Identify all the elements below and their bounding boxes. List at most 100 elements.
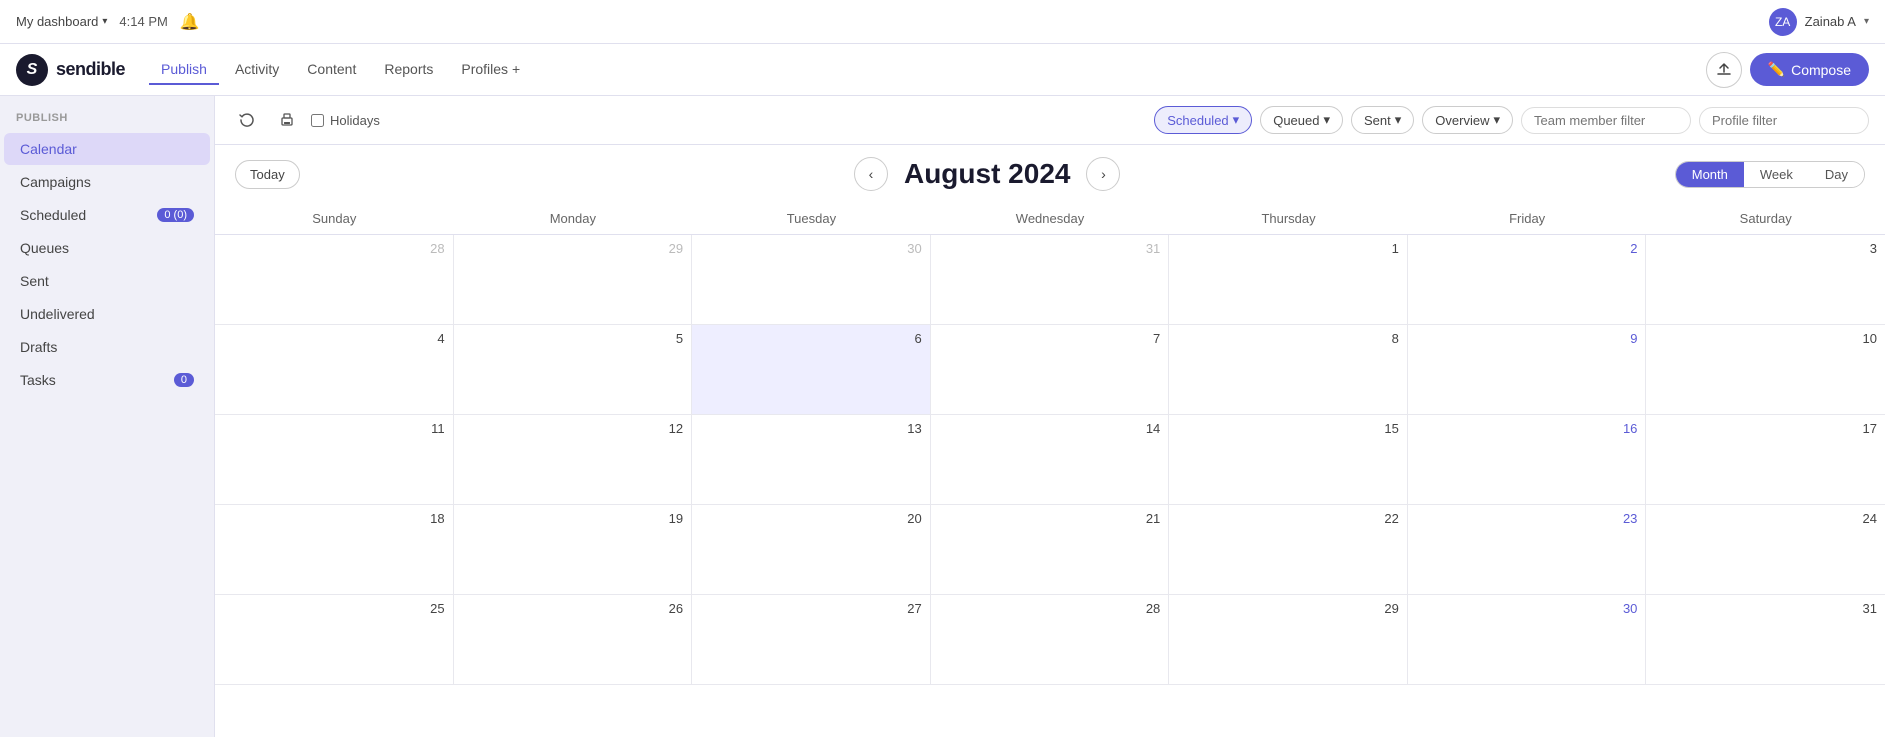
sidebar-item-tasks[interactable]: Tasks 0	[4, 364, 210, 396]
dashboard-title[interactable]: My dashboard ▾	[16, 14, 107, 29]
calendar-cell[interactable]: 13	[692, 415, 931, 505]
notification-bell-icon[interactable]: 🔔	[180, 12, 200, 32]
calendar-cell[interactable]: 28	[215, 235, 454, 325]
filter-queued-button[interactable]: Queued ▾	[1260, 106, 1343, 134]
sidebar-item-sent[interactable]: Sent	[4, 265, 210, 297]
toolbar: Holidays Scheduled ▾ Queued ▾ Sent ▾ Ove…	[215, 96, 1885, 145]
sidebar-item-calendar[interactable]: Calendar	[4, 133, 210, 165]
day-number: 29	[462, 241, 684, 256]
nav-item-publish[interactable]: Publish	[149, 55, 219, 85]
calendar-cell[interactable]: 27	[692, 595, 931, 685]
refresh-button[interactable]	[231, 104, 263, 136]
nav-item-reports[interactable]: Reports	[372, 55, 445, 85]
calendar-cell[interactable]: 16	[1408, 415, 1647, 505]
calendar-cell[interactable]: 8	[1169, 325, 1408, 415]
view-switcher: Month Week Day	[1675, 161, 1865, 188]
nav-items: Publish Activity Content Reports Profile…	[149, 55, 532, 85]
nav-item-activity[interactable]: Activity	[223, 55, 291, 85]
calendar-cell[interactable]: 15	[1169, 415, 1408, 505]
profile-filter-input[interactable]	[1699, 107, 1869, 134]
day-number: 23	[1416, 511, 1638, 526]
calendar-cell[interactable]: 10	[1646, 325, 1885, 415]
day-number: 11	[223, 421, 445, 436]
calendar-cell[interactable]: 29	[1169, 595, 1408, 685]
avatar: ZA	[1769, 8, 1797, 36]
sidebar-item-undelivered[interactable]: Undelivered	[4, 298, 210, 330]
day-number: 14	[939, 421, 1161, 436]
day-number: 30	[1416, 601, 1638, 616]
sidebar-item-queues[interactable]: Queues	[4, 232, 210, 264]
day-number: 31	[939, 241, 1161, 256]
team-member-filter-input[interactable]	[1521, 107, 1691, 134]
calendar-cell[interactable]: 19	[454, 505, 693, 595]
nav-item-content[interactable]: Content	[295, 55, 368, 85]
compose-label: Compose	[1791, 62, 1851, 78]
calendar-cell[interactable]: 22	[1169, 505, 1408, 595]
calendar-cell[interactable]: 11	[215, 415, 454, 505]
refresh-icon	[239, 112, 255, 128]
calendar-cell[interactable]: 7	[931, 325, 1170, 415]
holidays-checkbox[interactable]	[311, 114, 324, 127]
calendar-cell[interactable]: 26	[454, 595, 693, 685]
day-number: 20	[700, 511, 922, 526]
day-number: 10	[1654, 331, 1877, 346]
calendar-cell[interactable]: 4	[215, 325, 454, 415]
filter-overview-button[interactable]: Overview ▾	[1422, 106, 1513, 134]
calendar-cell[interactable]: 12	[454, 415, 693, 505]
calendar-cell[interactable]: 6	[692, 325, 931, 415]
calendar-cell[interactable]: 20	[692, 505, 931, 595]
calendar-cell[interactable]: 1	[1169, 235, 1408, 325]
upload-button[interactable]	[1706, 52, 1742, 88]
calendar-cell[interactable]: 29	[454, 235, 693, 325]
calendar-cell[interactable]: 30	[692, 235, 931, 325]
calendar-cell[interactable]: 31	[931, 235, 1170, 325]
holidays-checkbox-label[interactable]: Holidays	[311, 113, 380, 128]
calendar-grid: 2829303112345678910111213141516171819202…	[215, 235, 1885, 685]
calendar-cell[interactable]: 23	[1408, 505, 1647, 595]
view-month-button[interactable]: Month	[1676, 162, 1744, 187]
calendar-cell[interactable]: 14	[931, 415, 1170, 505]
day-number: 24	[1654, 511, 1877, 526]
navbar-right: ✏️ Compose	[1706, 52, 1869, 88]
sidebar: PUBLISH Calendar Campaigns Scheduled 0 (…	[0, 96, 215, 737]
calendar-cell[interactable]: 25	[215, 595, 454, 685]
calendar-cell[interactable]: 31	[1646, 595, 1885, 685]
day-number: 27	[700, 601, 922, 616]
sidebar-item-campaigns[interactable]: Campaigns	[4, 166, 210, 198]
main-layout: PUBLISH Calendar Campaigns Scheduled 0 (…	[0, 96, 1885, 737]
day-number: 30	[700, 241, 922, 256]
calendar-cell[interactable]: 21	[931, 505, 1170, 595]
next-month-button[interactable]: ›	[1086, 157, 1120, 191]
content-area: Holidays Scheduled ▾ Queued ▾ Sent ▾ Ove…	[215, 96, 1885, 737]
compose-button[interactable]: ✏️ Compose	[1750, 53, 1869, 86]
print-button[interactable]	[271, 104, 303, 136]
nav-item-profiles[interactable]: Profiles +	[449, 55, 532, 85]
filter-scheduled-button[interactable]: Scheduled ▾	[1154, 106, 1252, 134]
day-header-saturday: Saturday	[1646, 203, 1885, 234]
calendar-cell[interactable]: 18	[215, 505, 454, 595]
view-week-button[interactable]: Week	[1744, 162, 1809, 187]
calendar-cell[interactable]: 17	[1646, 415, 1885, 505]
calendar-cell[interactable]: 3	[1646, 235, 1885, 325]
calendar-cell[interactable]: 30	[1408, 595, 1647, 685]
user-name: Zainab A	[1805, 14, 1856, 29]
calendar-cell[interactable]: 5	[454, 325, 693, 415]
tasks-badge: 0	[174, 373, 194, 387]
sidebar-queues-label: Queues	[20, 240, 69, 256]
today-button[interactable]: Today	[235, 160, 300, 189]
calendar-cell[interactable]: 2	[1408, 235, 1647, 325]
user-chevron-icon[interactable]: ▾	[1864, 16, 1869, 27]
sidebar-item-scheduled[interactable]: Scheduled 0 (0)	[4, 199, 210, 231]
calendar-cell[interactable]: 28	[931, 595, 1170, 685]
filter-sent-button[interactable]: Sent ▾	[1351, 106, 1414, 134]
prev-month-button[interactable]: ‹	[854, 157, 888, 191]
calendar-cell[interactable]: 24	[1646, 505, 1885, 595]
calendar-grid-container: Sunday Monday Tuesday Wednesday Thursday…	[215, 203, 1885, 737]
sidebar-scheduled-label: Scheduled	[20, 207, 86, 223]
view-day-button[interactable]: Day	[1809, 162, 1864, 187]
filter-overview-chevron: ▾	[1493, 112, 1500, 128]
sidebar-item-drafts[interactable]: Drafts	[4, 331, 210, 363]
day-number: 18	[223, 511, 445, 526]
day-number: 2	[1416, 241, 1638, 256]
calendar-cell[interactable]: 9	[1408, 325, 1647, 415]
